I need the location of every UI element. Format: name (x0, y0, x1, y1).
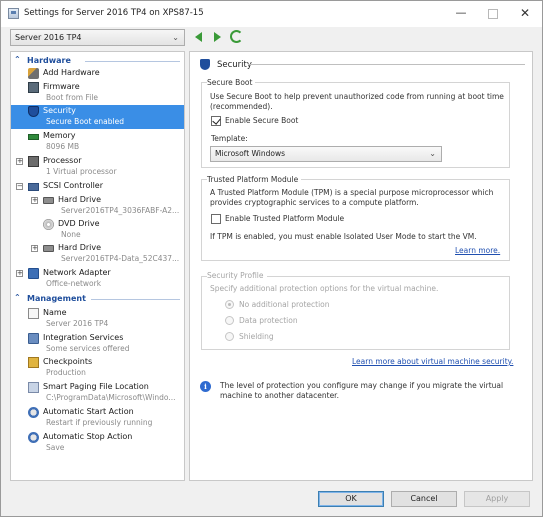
tpm-note: If TPM is enabled, you must enable Isola… (210, 232, 477, 241)
vm-selector-dropdown[interactable]: Server 2016 TP4 ⌄ (10, 29, 185, 46)
apply-button[interactable]: Apply (464, 491, 530, 507)
expand-icon[interactable]: + (31, 197, 38, 204)
template-label: Template: (211, 134, 248, 143)
sidebar-item-processor[interactable]: + Processor 1 Virtual processor (11, 155, 184, 179)
sidebar-item-firmware[interactable]: Firmware Boot from File (11, 81, 184, 105)
sidebar-item-hard-drive-1[interactable]: + Hard Drive Server2016TP4_3036FABF-A2..… (11, 194, 184, 218)
sidebar-item-auto-stop[interactable]: Automatic Stop Action Save (11, 431, 184, 455)
shield-icon (200, 59, 210, 70)
shield-icon (28, 106, 39, 117)
auto-stop-icon (28, 432, 39, 443)
auto-start-icon (28, 407, 39, 418)
ok-button[interactable]: OK (318, 491, 384, 507)
radio-label-shielding[interactable]: Shielding (239, 332, 274, 342)
hard-drive-icon (43, 245, 54, 252)
sidebar-item-memory[interactable]: Memory 8096 MB (11, 130, 184, 154)
refresh-icon[interactable] (230, 30, 243, 43)
expand-icon[interactable]: + (16, 270, 23, 277)
settings-app-icon (8, 8, 19, 19)
sidebar-item-hard-drive-2[interactable]: + Hard Drive Server2016TP4-Data_52C437..… (11, 242, 184, 266)
scsi-controller-icon (28, 183, 39, 191)
collapse-chevron-icon[interactable]: ⌃ (14, 293, 21, 302)
secure-boot-description: Use Secure Boot to help prevent unauthor… (210, 92, 504, 111)
info-icon: i (200, 381, 211, 392)
network-adapter-icon (28, 268, 39, 279)
radio-no-additional-protection[interactable] (225, 300, 234, 309)
vm-selector-value: Server 2016 TP4 (15, 33, 82, 42)
chevron-down-icon: ⌄ (172, 33, 179, 42)
integration-services-icon (28, 333, 39, 344)
collapse-chevron-icon[interactable]: ⌃ (14, 55, 21, 64)
secure-boot-group-label: Secure Boot (207, 78, 256, 87)
collapse-icon[interactable]: − (16, 183, 23, 190)
radio-label-no-additional-protection[interactable]: No additional protection (239, 300, 330, 310)
sidebar-item-checkpoints[interactable]: Checkpoints Production (11, 356, 184, 380)
processor-icon (28, 156, 39, 167)
security-settings-panel: Security Secure Boot Use Secure Boot to … (189, 51, 533, 481)
title-bar: Settings for Server 2016 TP4 on XPS87-15… (1, 1, 542, 27)
secure-boot-checkbox-label[interactable]: Enable Secure Boot (225, 116, 298, 126)
tpm-learn-more-link[interactable]: Learn more. (455, 246, 500, 255)
tpm-group-label: Trusted Platform Module (207, 175, 302, 184)
sidebar-item-name[interactable]: Name Server 2016 TP4 (11, 307, 184, 331)
hardware-section-header[interactable]: ⌃ Hardware (11, 55, 184, 67)
management-section-header[interactable]: ⌃ Management (11, 293, 184, 305)
radio-shielding[interactable] (225, 332, 234, 341)
tpm-checkbox-label[interactable]: Enable Trusted Platform Module (225, 214, 344, 224)
sidebar-item-dvd-drive[interactable]: DVD Drive None (11, 218, 184, 242)
security-profile-group-label: Security Profile (207, 271, 267, 280)
forward-arrow-icon[interactable] (212, 31, 224, 43)
minimize-button[interactable]: — (446, 3, 476, 23)
expand-icon[interactable]: + (31, 245, 38, 252)
security-profile-description: Specify additional protection options fo… (210, 284, 439, 293)
add-hardware-icon (28, 68, 39, 79)
sidebar-item-integration-services[interactable]: Integration Services Some services offer… (11, 332, 184, 356)
sidebar-item-smart-paging[interactable]: Smart Paging File Location C:\ProgramDat… (11, 381, 184, 405)
radio-label-data-protection[interactable]: Data protection (239, 316, 298, 326)
dvd-drive-icon (43, 219, 54, 230)
tpm-checkbox[interactable] (211, 214, 221, 224)
checkpoints-icon (28, 357, 39, 368)
firmware-icon (28, 82, 39, 93)
close-button[interactable]: ✕ (510, 3, 540, 23)
settings-tree: ⌃ Hardware Add Hardware Firmware Boot fr… (10, 51, 185, 481)
paging-file-icon (28, 382, 39, 393)
secure-boot-checkbox[interactable] (211, 116, 221, 126)
tpm-description: A Trusted Platform Module (TPM) is a spe… (210, 188, 494, 207)
sidebar-item-security[interactable]: Security Secure Boot enabled (11, 105, 184, 129)
back-arrow-icon[interactable] (194, 31, 206, 43)
cancel-button[interactable]: Cancel (391, 491, 457, 507)
sidebar-item-network-adapter[interactable]: + Network Adapter Office-network (11, 267, 184, 291)
template-dropdown[interactable]: Microsoft Windows ⌄ (210, 146, 442, 162)
info-message: The level of protection you configure ma… (220, 381, 504, 400)
maximize-button[interactable] (477, 3, 507, 23)
name-icon (28, 308, 39, 319)
chevron-down-icon: ⌄ (429, 149, 436, 158)
settings-window: Settings for Server 2016 TP4 on XPS87-15… (0, 0, 543, 517)
learn-more-security-link[interactable]: Learn more about virtual machine securit… (352, 357, 513, 366)
memory-icon (28, 134, 39, 140)
expand-icon[interactable]: + (16, 158, 23, 165)
hard-drive-icon (43, 197, 54, 204)
window-title: Settings for Server 2016 TP4 on XPS87-15 (24, 8, 204, 18)
sidebar-item-auto-start[interactable]: Automatic Start Action Restart if previo… (11, 406, 184, 430)
radio-data-protection[interactable] (225, 316, 234, 325)
